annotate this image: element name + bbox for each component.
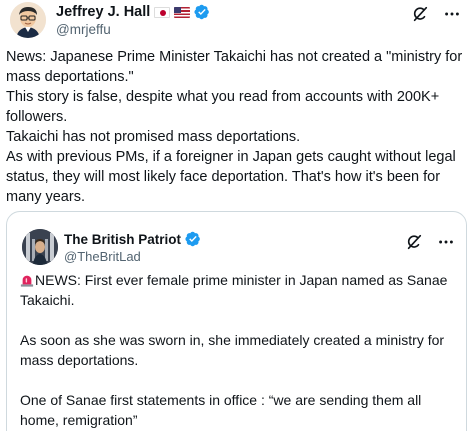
quoted-text-paragraph: As soon as she was sworn in, she immedia… [20, 332, 445, 368]
tweet-text-line: Takaichi has not promised mass deportati… [6, 129, 301, 145]
quoted-text-paragraph: NEWS: First ever female prime minister i… [20, 270, 458, 310]
more-options-icon[interactable] [436, 232, 456, 252]
quoted-avatar-illustration [22, 229, 58, 265]
verified-badge-icon[interactable] [194, 4, 210, 20]
grok-icon[interactable] [410, 4, 430, 24]
quoted-tweet-text: NEWS: First ever female prime minister i… [20, 270, 458, 430]
quoted-author-display-name[interactable]: The British Patriot [64, 232, 181, 247]
quoted-avatar[interactable] [22, 229, 58, 265]
verified-badge-icon[interactable] [185, 231, 201, 247]
quoted-text-line: NEWS: First ever female prime minister i… [20, 272, 448, 308]
quoted-tweet-card[interactable]: The British Patriot @TheBritLad NEWS: Fi… [6, 211, 467, 431]
avatar-illustration [10, 2, 46, 38]
rotating-light-icon [20, 275, 34, 287]
author-handle[interactable]: @mrjeffu [56, 22, 111, 37]
us-flag-icon [174, 6, 191, 18]
more-options-icon[interactable] [442, 4, 462, 24]
japan-flag-icon [154, 6, 171, 18]
tweet-text-line: As with previous PMs, if a foreigner in … [6, 149, 456, 205]
quoted-text-paragraph: One of Sanae first statements in office … [20, 392, 422, 428]
author-name-row: Jeffrey J. Hall [56, 3, 210, 21]
tweet-header: Jeffrey J. Hall @mrjeffu [10, 2, 462, 42]
grok-icon[interactable] [404, 232, 424, 252]
quoted-author-handle[interactable]: @TheBritLad [64, 249, 141, 264]
author-display-name[interactable]: Jeffrey J. Hall [56, 4, 150, 20]
tweet-text-line: News: Japanese Prime Minister Takaichi h… [6, 49, 463, 85]
avatar[interactable] [10, 2, 46, 38]
quoted-author-name-row: The British Patriot [64, 231, 201, 247]
tweet-actions [410, 4, 462, 24]
quoted-tweet-actions [404, 232, 456, 252]
tweet-text: News: Japanese Prime Minister Takaichi h… [6, 47, 464, 207]
tweet-text-line: This story is false, despite what you re… [6, 89, 440, 125]
